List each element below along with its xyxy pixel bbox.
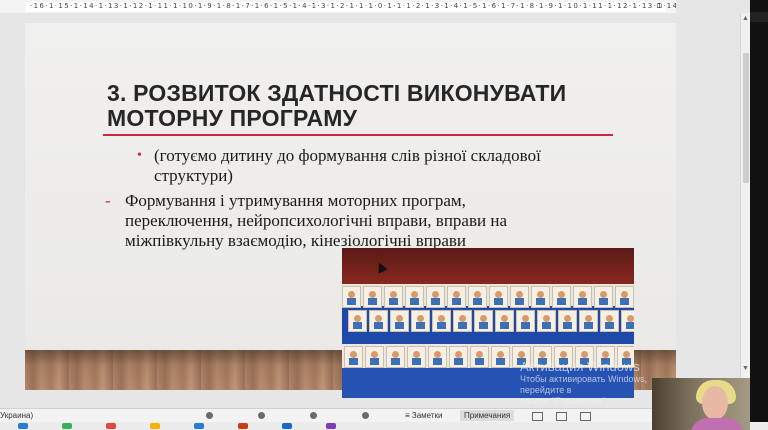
watermark-title: Активация Windows xyxy=(520,359,640,374)
photo-card xyxy=(365,346,384,368)
photo-card xyxy=(405,286,424,308)
webcam-person-face xyxy=(702,386,728,420)
photo-card xyxy=(621,310,634,332)
dash-item[interactable]: - Формування і утримування моторних прог… xyxy=(105,191,555,251)
webcam-video[interactable] xyxy=(652,378,750,430)
status-icon[interactable] xyxy=(362,412,369,419)
activation-watermark: Активация Windows Чтобы активировать Win… xyxy=(520,360,670,407)
taskbar-app-icon[interactable] xyxy=(106,423,116,429)
status-icon[interactable] xyxy=(310,412,317,419)
photo-card xyxy=(348,310,367,332)
comments-label: Примечания xyxy=(464,411,511,420)
photo-card xyxy=(384,286,403,308)
photo-card xyxy=(470,346,489,368)
photo-card xyxy=(453,310,472,332)
taskbar-app-icon[interactable] xyxy=(282,423,292,429)
window-edge-shadow xyxy=(750,12,768,22)
photo-card xyxy=(363,286,382,308)
photo-card xyxy=(390,310,409,332)
photo-card xyxy=(426,286,445,308)
watermark-line: Чтобы активировать Windows, перейдите в xyxy=(520,374,647,395)
photo-card xyxy=(510,286,529,308)
taskbar-app-icon[interactable] xyxy=(238,423,248,429)
bullet-text: (готуємо дитину до формування слів різно… xyxy=(154,146,541,185)
scroll-up-icon[interactable]: ▲ xyxy=(742,15,749,22)
photo-card xyxy=(594,286,613,308)
tab-stop-icon[interactable]: ▫ xyxy=(656,1,666,11)
comments-button[interactable]: Примечания xyxy=(460,410,515,421)
normal-view-icon[interactable] xyxy=(532,412,543,421)
photo-card xyxy=(531,286,550,308)
photo-card xyxy=(600,310,619,332)
photo-card xyxy=(447,286,466,308)
slide-sorter-icon[interactable] xyxy=(556,412,567,421)
photo-card xyxy=(449,346,468,368)
dash-symbol: - xyxy=(105,191,111,210)
notes-label: Заметки xyxy=(411,411,443,420)
taskbar-app-icon[interactable] xyxy=(18,423,28,429)
bullet-dot: • xyxy=(137,148,142,163)
photo-card xyxy=(369,310,388,332)
scrollbar-thumb[interactable] xyxy=(743,53,749,183)
slide-title[interactable]: 3. РОЗВИТОК ЗДАТНОСТІ ВИКОНУВАТИ МОТОРНУ… xyxy=(107,81,647,131)
photo-card xyxy=(615,286,634,308)
photo-card xyxy=(386,346,405,368)
photo-card xyxy=(558,310,577,332)
status-icon[interactable] xyxy=(206,412,213,419)
taskbar-app-icon[interactable] xyxy=(62,423,72,429)
photo-card xyxy=(573,286,592,308)
bullet-item[interactable]: • (готуємо дитину до формування слів різ… xyxy=(137,146,607,186)
photo-card xyxy=(428,346,447,368)
photo-card xyxy=(474,310,493,332)
scroll-down-icon[interactable]: ▼ xyxy=(742,365,749,372)
language-indicator[interactable]: Украина) xyxy=(0,411,33,420)
photo-card xyxy=(552,286,571,308)
photo-card xyxy=(491,346,510,368)
screen-edge xyxy=(750,0,768,430)
photo-card xyxy=(468,286,487,308)
reading-view-icon[interactable] xyxy=(580,412,591,421)
status-bar: Украина) ≡ Заметки Примечания xyxy=(0,408,740,423)
photo-card xyxy=(407,346,426,368)
photo-card xyxy=(579,310,598,332)
ruler-ticks: ·16·1·15·1·14·1·13·1·12·1·11·1·10·1·9·1·… xyxy=(30,2,676,10)
photo-card xyxy=(342,286,361,308)
photo-card xyxy=(344,346,363,368)
watermark-line: раздел "Параметры". xyxy=(520,396,609,406)
dash-text: Формування і утримування моторних програ… xyxy=(125,191,507,250)
photo-card xyxy=(432,310,451,332)
photo-card xyxy=(411,310,430,332)
photo-card xyxy=(495,310,514,332)
photo-card xyxy=(516,310,535,332)
taskbar-app-icon[interactable] xyxy=(326,423,336,429)
taskbar-app-icon[interactable] xyxy=(194,423,204,429)
notes-button[interactable]: ≡ Заметки xyxy=(405,411,443,420)
photo-card xyxy=(489,286,508,308)
photo-card xyxy=(537,310,556,332)
horizontal-ruler[interactable]: ·16·1·15·1·14·1·13·1·12·1·11·1·10·1·9·1·… xyxy=(0,0,676,14)
title-underline xyxy=(103,134,613,136)
taskbar-app-icon[interactable] xyxy=(150,423,160,429)
status-icon[interactable] xyxy=(258,412,265,419)
